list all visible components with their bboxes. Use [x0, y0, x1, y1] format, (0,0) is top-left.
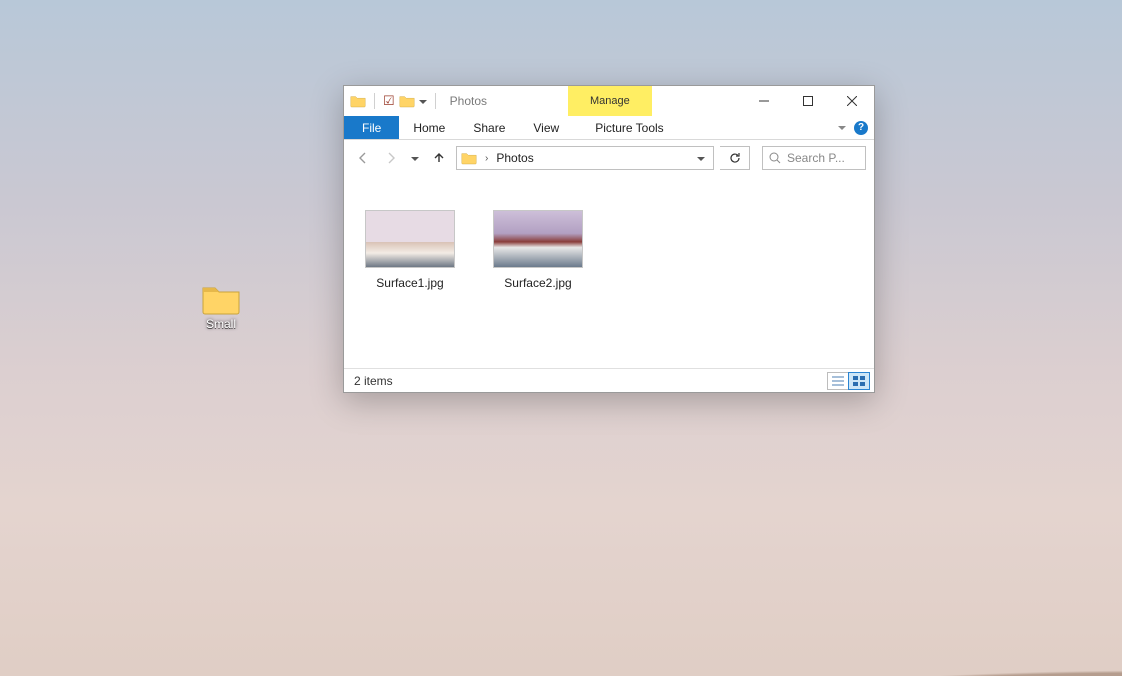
folder-icon: [201, 283, 241, 315]
nav-recent-button[interactable]: [408, 147, 422, 169]
arrow-up-icon: [432, 151, 446, 165]
address-bar[interactable]: › Photos: [456, 146, 714, 170]
folder-icon: [461, 151, 477, 165]
ribbon-expand-icon[interactable]: [838, 126, 846, 130]
maximize-icon: [803, 96, 813, 106]
chevron-down-icon: [697, 157, 705, 161]
status-item-count: 2 items: [354, 374, 393, 388]
close-icon: [847, 96, 857, 106]
refresh-icon: [729, 152, 741, 164]
folder-icon: [350, 94, 366, 108]
status-bar: 2 items: [344, 368, 874, 392]
help-icon[interactable]: ?: [854, 121, 868, 135]
file-name: Surface1.jpg: [364, 276, 456, 290]
ribbon-tabs: File Home Share View Picture Tools ?: [344, 116, 874, 140]
quick-access-toolbar: ☑: [350, 93, 440, 109]
new-folder-icon[interactable]: [399, 94, 415, 108]
minimize-button[interactable]: [742, 86, 786, 116]
tab-home[interactable]: Home: [399, 116, 459, 139]
chevron-down-icon: [411, 157, 419, 161]
properties-icon[interactable]: ☑: [383, 93, 395, 109]
refresh-button[interactable]: [720, 146, 750, 170]
file-item[interactable]: Surface2.jpg: [492, 210, 584, 290]
desktop-folder-small[interactable]: Small: [183, 283, 259, 331]
close-button[interactable]: [830, 86, 874, 116]
thumbnails-view-icon: [853, 376, 865, 386]
qat-customize-icon[interactable]: [419, 100, 427, 104]
wallpaper-dune: [0, 536, 1122, 676]
file-item[interactable]: Surface1.jpg: [364, 210, 456, 290]
view-details-button[interactable]: [827, 372, 849, 390]
breadcrumb-sep-icon[interactable]: ›: [483, 153, 490, 164]
nav-forward-button[interactable]: [380, 147, 402, 169]
tab-picture-tools[interactable]: Picture Tools: [581, 116, 677, 139]
file-name: Surface2.jpg: [492, 276, 584, 290]
address-dropdown[interactable]: [691, 147, 711, 169]
desktop-wallpaper[interactable]: Small ☑ Photos Mana: [0, 0, 1122, 676]
breadcrumb-current[interactable]: Photos: [496, 151, 533, 165]
search-input[interactable]: Search P...: [762, 146, 866, 170]
file-pane[interactable]: Surface1.jpg Surface2.jpg: [344, 176, 874, 368]
maximize-button[interactable]: [786, 86, 830, 116]
search-icon: [769, 152, 781, 164]
titlebar[interactable]: ☑ Photos Manage: [344, 86, 874, 116]
details-view-icon: [832, 376, 844, 386]
file-thumbnail: [365, 210, 455, 268]
explorer-window[interactable]: ☑ Photos Manage: [343, 85, 875, 393]
window-title: Photos: [450, 94, 487, 108]
tab-file[interactable]: File: [344, 116, 399, 139]
arrow-left-icon: [356, 151, 370, 165]
search-placeholder: Search P...: [787, 151, 845, 165]
minimize-icon: [759, 96, 769, 106]
nav-back-button[interactable]: [352, 147, 374, 169]
file-thumbnail: [493, 210, 583, 268]
desktop-folder-label: Small: [183, 317, 259, 331]
tab-share[interactable]: Share: [459, 116, 519, 139]
address-bar-row: › Photos Search P...: [344, 140, 874, 176]
view-thumbnails-button[interactable]: [848, 372, 870, 390]
tab-view[interactable]: View: [519, 116, 573, 139]
arrow-right-icon: [384, 151, 398, 165]
nav-up-button[interactable]: [428, 147, 450, 169]
contextual-tab-manage[interactable]: Manage: [568, 86, 652, 116]
